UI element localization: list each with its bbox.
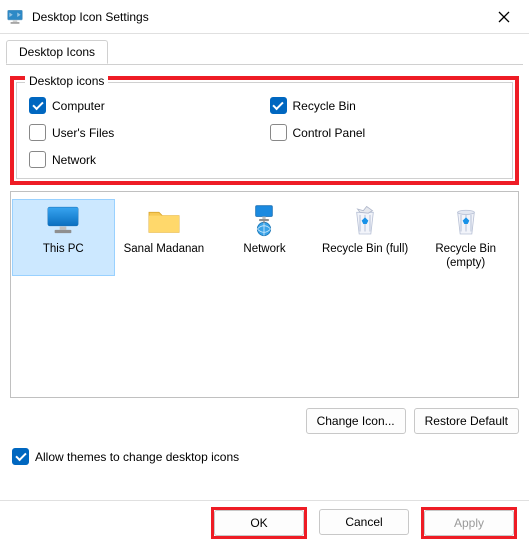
checkbox-row-users-files: User's Files (29, 124, 260, 141)
allow-themes-label: Allow themes to change desktop icons (35, 450, 239, 464)
restore-default-button[interactable]: Restore Default (414, 408, 519, 434)
checkbox-label-users-files: User's Files (52, 126, 114, 140)
bottom-separator (0, 500, 529, 501)
highlight-apply: Apply (421, 507, 517, 539)
preview-label-network: Network (243, 242, 285, 256)
tab-strip: Desktop Icons (6, 40, 523, 65)
recycle-empty-icon (446, 204, 486, 238)
checkbox-row-control-panel: Control Panel (270, 124, 501, 141)
checkbox-label-computer: Computer (52, 99, 105, 113)
fieldset-desktop-icons: Desktop icons Computer Recycle Bin User'… (16, 82, 513, 179)
content-area: Desktop icons Computer Recycle Bin User'… (0, 64, 529, 473)
fieldset-legend: Desktop icons (25, 74, 108, 88)
folder-icon (144, 204, 184, 238)
highlight-desktop-icons: Desktop icons Computer Recycle Bin User'… (10, 76, 519, 185)
icon-preview-grid: This PC Sanal Madanan (11, 192, 518, 283)
window-icon (6, 8, 24, 26)
checkbox-recycle-bin[interactable] (270, 97, 287, 114)
titlebar: Desktop Icon Settings (0, 0, 529, 34)
checkbox-users-files[interactable] (29, 124, 46, 141)
network-icon (244, 204, 284, 238)
monitor-icon (43, 204, 83, 238)
icon-preview-box: This PC Sanal Madanan (10, 191, 519, 398)
checkbox-row-computer: Computer (29, 97, 260, 114)
preview-label-recycle-full: Recycle Bin (full) (322, 242, 408, 256)
preview-recycle-bin-full[interactable]: Recycle Bin (full) (315, 200, 416, 275)
close-button[interactable] (489, 5, 519, 29)
checkbox-control-panel[interactable] (270, 124, 287, 141)
tab-desktop-icons[interactable]: Desktop Icons (6, 40, 108, 64)
checkbox-row-recycle-bin: Recycle Bin (270, 97, 501, 114)
checkbox-allow-themes[interactable] (12, 448, 29, 465)
cancel-button[interactable]: Cancel (319, 509, 409, 535)
tab-area: Desktop Icons (0, 34, 529, 65)
allow-themes-row: Allow themes to change desktop icons (10, 448, 519, 465)
apply-button[interactable]: Apply (424, 510, 514, 536)
dialog-button-bar: OK Cancel Apply (211, 507, 517, 539)
preview-this-pc[interactable]: This PC (13, 200, 114, 275)
checkbox-label-recycle-bin: Recycle Bin (293, 99, 356, 113)
wrap-cancel: Cancel (317, 507, 411, 539)
change-icon-button[interactable]: Change Icon... (306, 408, 406, 434)
preview-user-folder[interactable]: Sanal Madanan (114, 200, 215, 275)
preview-label-recycle-empty: Recycle Bin (empty) (417, 242, 514, 271)
window-title: Desktop Icon Settings (32, 10, 489, 24)
checkbox-label-network: Network (52, 153, 96, 167)
checkbox-computer[interactable] (29, 97, 46, 114)
highlight-ok: OK (211, 507, 307, 539)
icon-button-row: Change Icon... Restore Default (10, 408, 519, 434)
checkbox-network[interactable] (29, 151, 46, 168)
ok-button[interactable]: OK (214, 510, 304, 536)
preview-network[interactable]: Network (214, 200, 315, 275)
checkbox-label-control-panel: Control Panel (293, 126, 366, 140)
preview-recycle-bin-empty[interactable]: Recycle Bin (empty) (415, 200, 516, 275)
preview-label-user-folder: Sanal Madanan (124, 242, 205, 256)
checkbox-grid: Computer Recycle Bin User's Files Contro… (29, 97, 500, 168)
recycle-full-icon (345, 204, 385, 238)
checkbox-row-network: Network (29, 151, 260, 168)
preview-label-this-pc: This PC (43, 242, 84, 256)
